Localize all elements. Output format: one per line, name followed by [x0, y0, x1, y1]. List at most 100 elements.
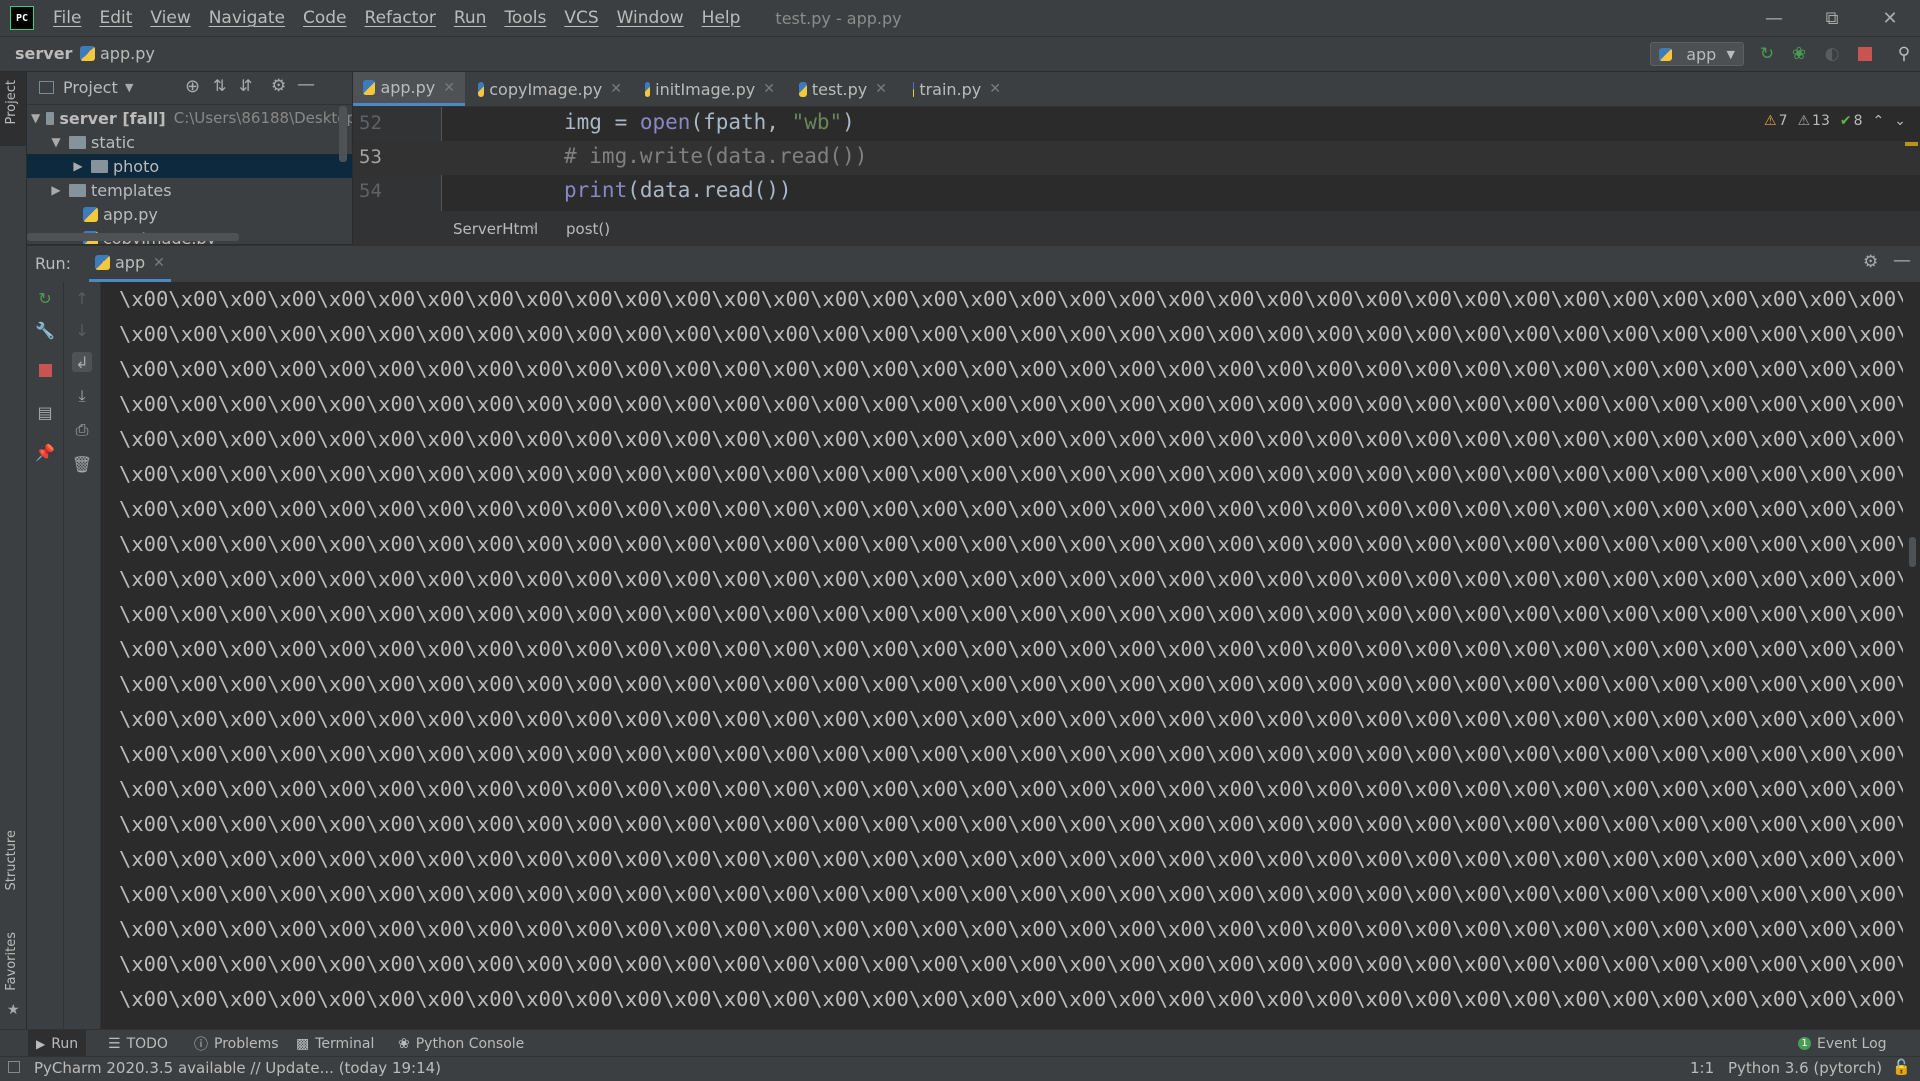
console-line: \x00\x00\x00\x00\x00\x00\x00\x00\x00\x00… [119, 777, 1903, 801]
pin-icon[interactable]: 📌 [35, 442, 55, 462]
arrow-down-icon[interactable]: ↓ [72, 320, 92, 340]
menu-window[interactable]: Window [608, 8, 693, 28]
tree-item-server[interactable]: ▼ server [fall] C:\Users\86188\Desktop [27, 106, 352, 130]
tab-test-py[interactable]: test.py ✕ [789, 72, 897, 106]
collapse-all-icon[interactable]: ⇵ [239, 76, 252, 95]
chevron-down-icon[interactable]: ▼ [125, 81, 133, 94]
locate-file-icon[interactable]: ⊕ [185, 76, 200, 97]
code-line-current[interactable]: 53 # img.write(data.read()) [353, 141, 1920, 175]
close-icon[interactable]: ✕ [153, 255, 165, 271]
tab-initimage-py[interactable]: initImage.py ✕ [635, 72, 785, 106]
event-log-button[interactable]: 1 Event Log [1790, 1030, 1895, 1057]
coverage-icon[interactable]: ◐ [1823, 44, 1841, 64]
python-console-icon: ❀ [398, 1035, 410, 1052]
stop-icon[interactable] [35, 360, 55, 380]
hide-panel-icon[interactable]: — [1893, 250, 1911, 271]
debug-icon[interactable]: ❀ [1790, 44, 1808, 64]
warning-stripe[interactable] [1905, 142, 1918, 146]
tree-item-photo[interactable]: ▶ photo [27, 154, 352, 178]
breadcrumb-method[interactable]: post() [566, 220, 610, 238]
menu-run[interactable]: Run [445, 8, 496, 28]
gear-icon[interactable]: ⚙ [271, 76, 286, 96]
bottom-tab-run[interactable]: ▶ Run [28, 1030, 87, 1057]
tab-label: copyImage.py [489, 79, 603, 99]
editor-breadcrumb-bar: ServerHtml › post() [353, 211, 1920, 245]
arrow-up-icon[interactable]: ↑ [72, 288, 92, 308]
menu-code[interactable]: Code [294, 8, 356, 28]
console-line: \x00\x00\x00\x00\x00\x00\x00\x00\x00\x00… [119, 392, 1903, 416]
horizontal-scrollbar[interactable] [27, 233, 239, 241]
python-file-icon [1659, 47, 1672, 61]
caret-position[interactable]: 1:1 [1690, 1059, 1714, 1077]
close-window-button[interactable]: ✕ [1862, 0, 1918, 36]
lock-icon[interactable]: 🔓 [1892, 1058, 1911, 1076]
menu-navigate[interactable]: Navigate [200, 8, 294, 28]
search-icon[interactable]: ⚲ [1895, 44, 1913, 64]
panel-toggle-icon[interactable] [8, 1061, 20, 1073]
menu-refactor[interactable]: Refactor [356, 8, 445, 28]
inspection-widget[interactable]: ⚠ 7 ⚠ 13 ✔ 8 ⌃ ⌄ [1764, 113, 1906, 129]
scroll-to-end-icon[interactable]: ⤓ [72, 386, 92, 406]
rerun-icon[interactable]: ↻ [1758, 44, 1776, 64]
menu-vcs[interactable]: VCS [555, 8, 607, 28]
event-log-icon: 1 [1798, 1037, 1811, 1050]
hide-panel-icon[interactable]: — [297, 74, 315, 95]
python-interpreter[interactable]: Python 3.6 (pytorch) [1728, 1059, 1882, 1077]
menu-file[interactable]: File [44, 8, 90, 28]
restore-button[interactable]: ⧉ [1804, 0, 1860, 36]
tab-copyimage-py[interactable]: copyImage.py ✕ [468, 72, 632, 106]
layout-icon[interactable]: ▤ [35, 402, 55, 422]
console-scrollbar-thumb[interactable] [1909, 537, 1916, 567]
code-editor[interactable]: 52 img = open(fpath, "wb") 53 # img.writ… [353, 107, 1920, 211]
close-icon[interactable]: ✕ [443, 80, 455, 96]
breadcrumb-file[interactable]: app.py [100, 44, 155, 63]
structure-tool-tab[interactable]: Structure [4, 830, 19, 890]
tab-app-py[interactable]: app.py ✕ [353, 72, 465, 106]
bottom-tab-python-console[interactable]: ❀ Python Console [390, 1030, 532, 1057]
close-icon[interactable]: ✕ [875, 81, 887, 97]
close-icon[interactable]: ✕ [610, 81, 622, 97]
menu-edit[interactable]: Edit [90, 8, 141, 28]
trash-icon[interactable]: 🗑 [72, 454, 92, 474]
tree-item-app-py[interactable]: app.py [27, 202, 352, 226]
expand-all-icon[interactable]: ⇅ [213, 76, 226, 95]
code-line[interactable]: 54 print(data.read()) [353, 175, 1920, 209]
tree-item-static[interactable]: ▼ static [27, 130, 352, 154]
menu-view[interactable]: View [141, 8, 199, 28]
project-tool-tab[interactable]: Project [0, 72, 26, 146]
wrench-icon[interactable]: 🔧 [35, 320, 55, 340]
rerun-icon[interactable]: ↻ [35, 288, 55, 308]
terminal-icon: ▩ [296, 1035, 310, 1052]
tree-item-label: photo [113, 156, 160, 176]
python-file-icon [363, 80, 376, 95]
close-icon[interactable]: ✕ [763, 81, 775, 97]
run-console-output[interactable]: \x00\x00\x00\x00\x00\x00\x00\x00\x00\x00… [101, 282, 1903, 1029]
bottom-tab-terminal[interactable]: ▩ Terminal [288, 1030, 382, 1057]
minimize-button[interactable]: — [1746, 0, 1802, 36]
project-view-select[interactable]: Project [63, 78, 118, 97]
soft-wrap-icon[interactable]: ↲ [72, 352, 92, 372]
breadcrumb-class[interactable]: ServerHtml [453, 220, 538, 238]
print-icon[interactable]: ⎙ [72, 420, 92, 440]
run-configuration-select[interactable]: app ▼ [1650, 42, 1744, 66]
tree-item-templates[interactable]: ▶ templates [27, 178, 352, 202]
menu-tools[interactable]: Tools [495, 8, 555, 28]
run-tab-app[interactable]: app ✕ [89, 246, 171, 282]
tab-train-py[interactable]: train.py ✕ [903, 72, 1011, 106]
close-icon[interactable]: ✕ [989, 81, 1001, 97]
favorites-tool-tab[interactable]: Favorites [4, 932, 19, 991]
chevron-down-icon[interactable]: ⌄ [1894, 113, 1906, 129]
console-line: \x00\x00\x00\x00\x00\x00\x00\x00\x00\x00… [119, 462, 1903, 486]
bottom-tab-problems[interactable]: ⓘ Problems [186, 1030, 287, 1057]
breadcrumb-project[interactable]: server [15, 44, 72, 63]
code-line[interactable]: 52 img = open(fpath, "wb") [353, 107, 1920, 141]
bottom-tab-todo[interactable]: ☰ TODO [100, 1030, 176, 1057]
vertical-scrollbar[interactable] [339, 106, 347, 162]
stop-icon[interactable] [1856, 45, 1874, 63]
gear-icon[interactable]: ⚙ [1863, 252, 1878, 272]
chevron-up-icon[interactable]: ⌃ [1873, 113, 1885, 129]
folder-icon [69, 135, 86, 149]
status-message[interactable]: PyCharm 2020.3.5 available // Update... … [34, 1059, 441, 1077]
menu-help[interactable]: Help [693, 8, 750, 28]
console-scrollbar-track[interactable] [1903, 282, 1920, 1029]
